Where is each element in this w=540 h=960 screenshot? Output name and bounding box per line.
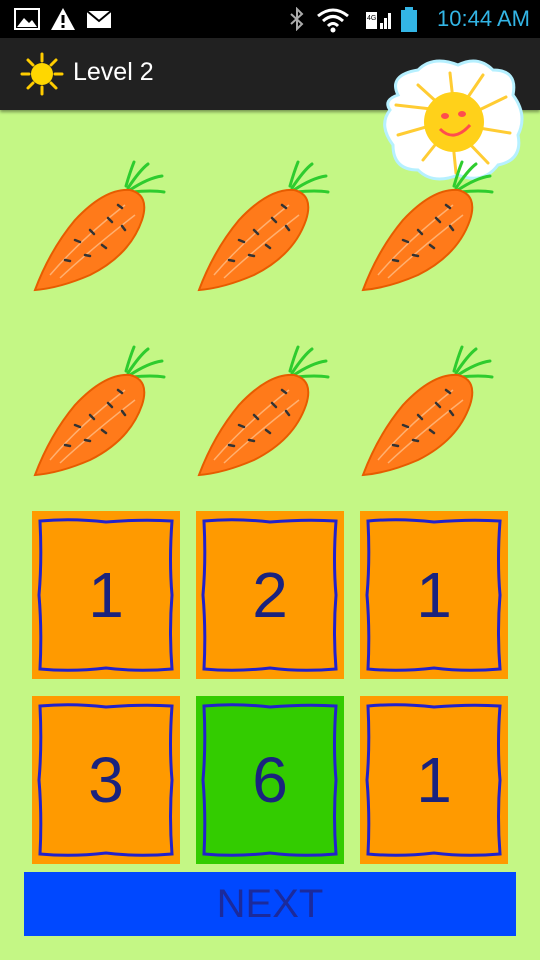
status-bar: 4G 10:44 AM	[0, 0, 540, 38]
answer-tile[interactable]: 1	[360, 696, 508, 864]
answer-tile[interactable]: 6	[196, 696, 344, 864]
level-title: Level 2	[73, 58, 154, 86]
answer-tile[interactable]: 1	[32, 511, 180, 679]
bluetooth-icon	[290, 7, 304, 31]
signal-icon: 4G	[366, 12, 391, 29]
carrot-icon	[358, 345, 498, 485]
carrot-icon	[358, 160, 498, 300]
tile-number: 6	[252, 744, 288, 816]
tile-number: 1	[416, 559, 452, 631]
gallery-icon	[14, 8, 40, 30]
carrot-icon	[30, 345, 170, 485]
tile-number: 1	[88, 559, 124, 631]
tile-number: 1	[416, 744, 452, 816]
warning-icon	[51, 8, 75, 30]
answer-tile[interactable]: 3	[32, 696, 180, 864]
clock: 10:44 AM	[437, 6, 530, 31]
answer-tile[interactable]: 1	[360, 511, 508, 679]
tile-number: 2	[252, 559, 288, 631]
mail-icon	[86, 10, 112, 28]
sun-icon[interactable]	[20, 52, 64, 96]
answer-tile[interactable]: 2	[196, 511, 344, 679]
svg-text:4G: 4G	[367, 15, 376, 22]
battery-icon	[401, 7, 417, 32]
tile-number: 3	[88, 744, 124, 816]
next-button[interactable]: NEXT	[24, 872, 516, 936]
carrot-icon	[194, 345, 334, 485]
carrot-icon	[30, 160, 170, 300]
carrot-icon	[194, 160, 334, 300]
wifi-icon	[317, 8, 349, 33]
